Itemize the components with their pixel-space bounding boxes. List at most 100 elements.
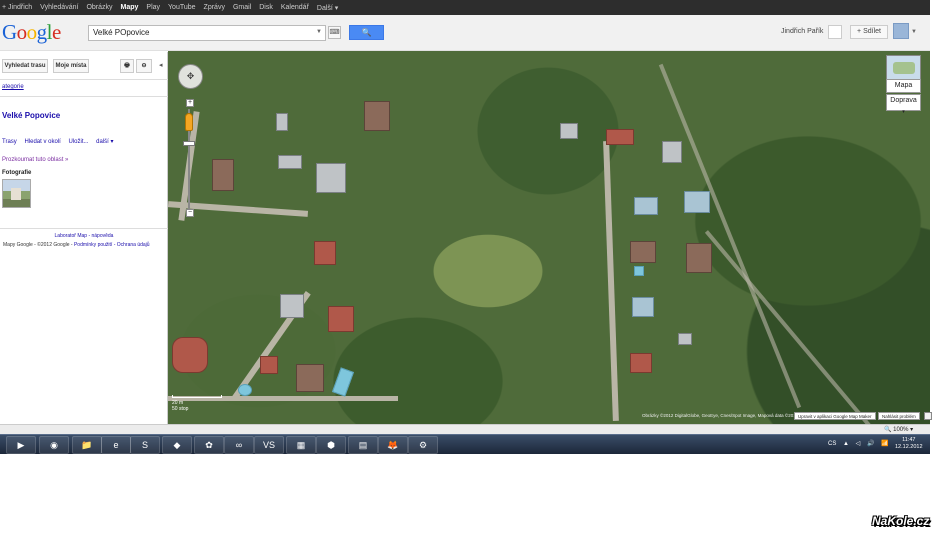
gbar-link-maps[interactable]: Mapy	[121, 4, 139, 11]
gbar-link-user[interactable]: + Jindřich	[2, 4, 32, 11]
map-path	[658, 63, 802, 409]
gbar-link-more[interactable]: Další ▾	[317, 4, 338, 12]
map-pool	[331, 367, 355, 397]
clock-date: 12.12.2012	[895, 444, 923, 450]
scale-feet: 50 stop	[172, 406, 189, 412]
taskbar: ▶ ◉ 📁 e S ◆ ✿ ∞ VS ▦ ⬢ ▤ 🦊 ⚙ CS ▲ ◁ 🔊 📶 …	[0, 434, 930, 454]
media-player-icon[interactable]: ▶	[6, 436, 36, 454]
zoom-in-button[interactable]: +	[186, 99, 194, 107]
screen: + Jindřich Vyhledávání Obrázky Mapy Play…	[0, 0, 950, 534]
photo-thumbnail[interactable]	[2, 179, 31, 208]
maps-labs-link[interactable]: Laboratoř Map - nápověda	[0, 233, 168, 239]
skype-icon[interactable]: S	[130, 436, 160, 454]
zoom-slider-thumb[interactable]	[183, 141, 195, 146]
search-nearby-link[interactable]: Hledat v okolí	[24, 139, 60, 145]
map-path	[704, 230, 876, 424]
map-house	[632, 297, 654, 317]
zoom-out-button[interactable]: −	[186, 209, 194, 217]
category-link[interactable]: ategorie	[2, 84, 24, 90]
map-type-thumbnail[interactable]	[886, 55, 921, 81]
share-button[interactable]: + Sdílet	[850, 25, 888, 39]
map-house	[630, 241, 656, 263]
terms-privacy-link[interactable]: Podmínky použití - Ochrana údajů	[74, 242, 150, 248]
gbar-link-drive[interactable]: Disk	[259, 4, 273, 11]
notepad-icon[interactable]: ▤	[348, 436, 378, 454]
divider	[0, 96, 168, 97]
google-logo[interactable]: Google	[2, 20, 61, 45]
volume-icon[interactable]: 🔊	[867, 441, 874, 447]
search-button[interactable]: 🔍	[349, 25, 384, 40]
report-problem-button[interactable]: Nahlásit problém	[878, 412, 920, 420]
divider	[0, 79, 168, 80]
save-link[interactable]: Uložit...	[68, 139, 88, 145]
explore-area-link[interactable]: Prozkoumat tuto oblast »	[2, 157, 68, 163]
map-pool	[634, 266, 644, 276]
place-title[interactable]: Velké Popovice	[2, 111, 60, 120]
map-maker-button[interactable]: Upravit v aplikaci Google Map Maker	[794, 412, 876, 420]
map-house	[296, 364, 324, 392]
gbar-link-images[interactable]: Obrázky	[86, 4, 112, 11]
copyright: Mapy Google - ©2012 Google - Podmínky po…	[3, 242, 150, 248]
avatar[interactable]	[893, 23, 909, 39]
pegman-icon[interactable]	[185, 113, 193, 131]
map-house	[634, 197, 658, 215]
language-indicator[interactable]: CS	[828, 441, 836, 447]
chevron-down-icon[interactable]: ▼	[911, 29, 917, 35]
map-house	[280, 294, 304, 318]
user-name[interactable]: Jindřich Pařík	[781, 28, 823, 35]
print-icon[interactable]: 🖶	[120, 59, 134, 73]
firefox-icon[interactable]: 🦊	[378, 436, 408, 454]
paint-icon[interactable]: ✿	[194, 436, 224, 454]
chevron-down-icon: ▾	[902, 109, 905, 115]
directions-link[interactable]: Trasy	[2, 139, 17, 145]
camera-icon[interactable]: ◉	[39, 436, 69, 454]
my-places-button[interactable]: Moje místa	[53, 59, 89, 73]
map-house	[684, 191, 710, 213]
keyboard-icon[interactable]: ⌨	[328, 26, 341, 39]
map-house	[260, 356, 278, 374]
chevron-up-icon[interactable]: ▲	[843, 441, 849, 447]
map-house	[364, 101, 390, 131]
gbar-link-search[interactable]: Vyhledávání	[40, 4, 78, 11]
map-house	[328, 306, 354, 332]
satellite-map[interactable]: ✥ + − Mapa Doprava ▾ 20 m 50 stop Obrázky…	[168, 51, 930, 424]
map-house	[686, 243, 712, 273]
chevron-down-icon[interactable]: ▼	[316, 29, 322, 35]
map-type-map-button[interactable]: Mapa	[886, 79, 921, 93]
map-house	[678, 333, 692, 345]
logo-letter: o	[16, 20, 28, 44]
traffic-layer-button[interactable]: Doprava ▾	[886, 94, 921, 115]
traffic-label: Doprava	[890, 97, 917, 104]
gbar-link-gmail[interactable]: Gmail	[233, 4, 251, 11]
get-directions-button[interactable]: Vyhledat trasu	[2, 59, 48, 73]
header: Google Velké POpovice ▼ ⌨ 🔍 Jindřich Pař…	[0, 15, 930, 51]
app-icon[interactable]: ◆	[162, 436, 192, 454]
pan-control[interactable]: ✥	[178, 64, 203, 89]
browser-status-bar: 🔍 100% ▾	[0, 424, 930, 434]
gbar-link-play[interactable]: Play	[146, 4, 160, 11]
visual-studio-icon[interactable]: VS	[254, 436, 284, 454]
logo-letter: G	[2, 20, 17, 44]
explorer-icon[interactable]: 📁	[72, 436, 102, 454]
google-bar: + Jindřich Vyhledávání Obrázky Mapy Play…	[0, 0, 930, 15]
gbar-link-calendar[interactable]: Kalendář	[281, 4, 309, 11]
network-status-icon[interactable]: 📶	[881, 441, 888, 447]
settings-icon[interactable]: ⚙	[408, 436, 438, 454]
zoom-level[interactable]: 🔍 100% ▾	[884, 426, 913, 433]
more-link[interactable]: další ▾	[96, 139, 113, 145]
notifications-button[interactable]	[828, 25, 842, 39]
gbar-link-news[interactable]: Zprávy	[204, 4, 225, 11]
search-input[interactable]: Velké POpovice	[88, 25, 326, 41]
link-icon[interactable]: ⊖	[136, 59, 152, 73]
gbar-link-youtube[interactable]: YouTube	[168, 4, 196, 11]
collapse-panel-icon[interactable]: ◂	[159, 61, 163, 69]
network-icon[interactable]: ⬢	[316, 436, 346, 454]
copyright-text: Mapy Google - ©2012 Google -	[3, 242, 74, 248]
clock[interactable]: 11:47 12.12.2012	[895, 437, 923, 451]
flag-icon[interactable]: ◁	[856, 441, 861, 447]
calculator-icon[interactable]: ▦	[286, 436, 316, 454]
internet-explorer-icon[interactable]: e	[101, 436, 131, 454]
infinity-icon[interactable]: ∞	[224, 436, 254, 454]
chat-icon[interactable]	[924, 412, 932, 420]
logo-letter: e	[52, 20, 61, 44]
